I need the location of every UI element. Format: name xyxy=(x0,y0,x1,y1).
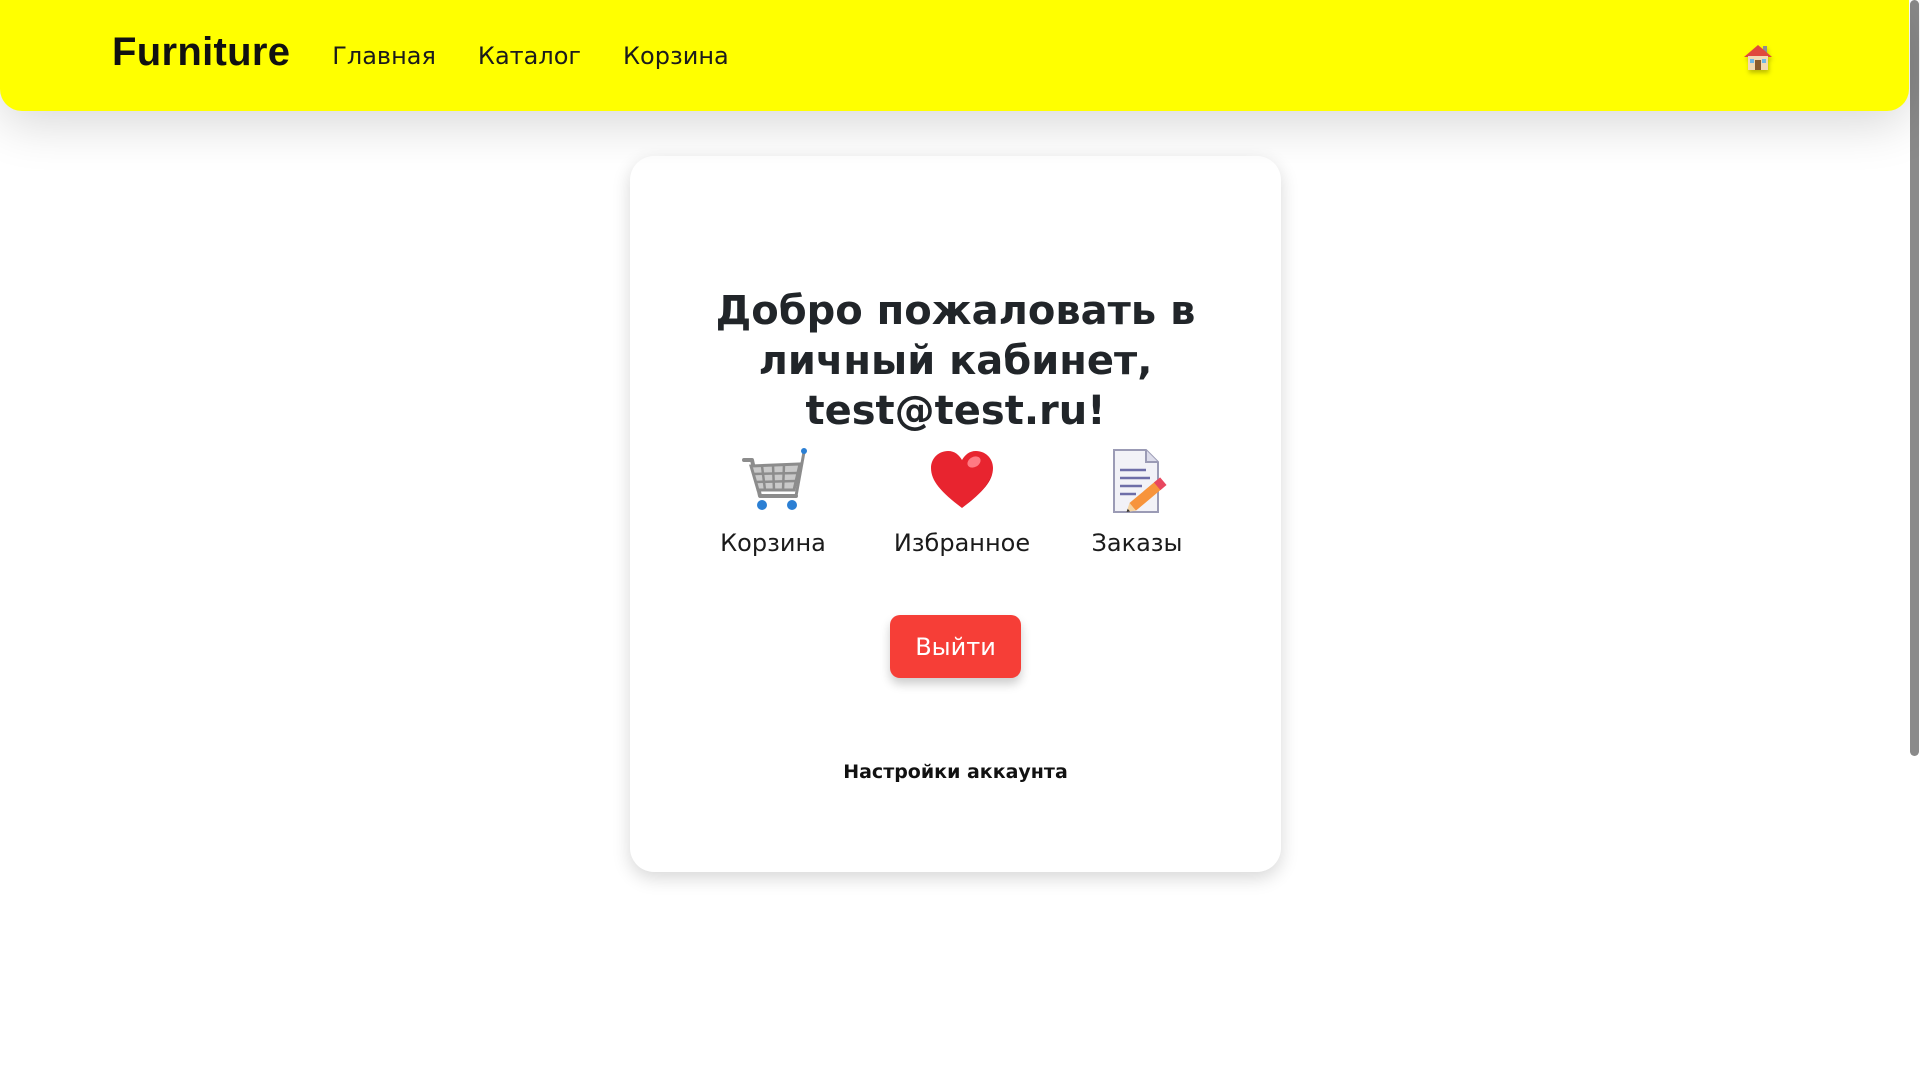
logout-button[interactable]: Выйти xyxy=(890,615,1021,678)
feature-cart[interactable]: Корзина xyxy=(688,446,858,557)
page: Furniture Главная Каталог Корзина Добро … xyxy=(0,0,1920,1080)
nav-links: Главная Каталог Корзина xyxy=(332,42,728,70)
feature-cart-label: Корзина xyxy=(720,529,826,557)
feature-favorites[interactable]: Избранное xyxy=(877,446,1047,557)
welcome-heading: Добро пожаловать в личный кабинет, test@… xyxy=(715,288,1196,434)
top-navbar: Furniture Главная Каталог Корзина xyxy=(0,0,1909,111)
nav-link-home[interactable]: Главная xyxy=(332,42,436,70)
house-icon[interactable] xyxy=(1742,41,1774,73)
account-settings-link[interactable]: Настройки аккаунта xyxy=(630,761,1281,783)
brand-logo[interactable]: Furniture xyxy=(112,30,290,75)
account-features: Корзина Избранное Заказы xyxy=(630,446,1281,566)
vertical-scrollbar[interactable] xyxy=(1909,0,1920,1080)
feature-orders[interactable]: Заказы xyxy=(1052,446,1222,557)
nav-link-cart[interactable]: Корзина xyxy=(623,42,729,70)
feature-favorites-label: Избранное xyxy=(893,529,1031,557)
nav-link-catalog[interactable]: Каталог xyxy=(478,42,581,70)
heart-icon xyxy=(931,451,993,508)
account-card: Добро пожаловать в личный кабинет, test@… xyxy=(630,156,1281,872)
shopping-cart-icon xyxy=(742,448,807,510)
memo-icon xyxy=(1113,449,1167,513)
feature-orders-label: Заказы xyxy=(1091,529,1183,557)
scrollbar-thumb[interactable] xyxy=(1910,0,1919,756)
